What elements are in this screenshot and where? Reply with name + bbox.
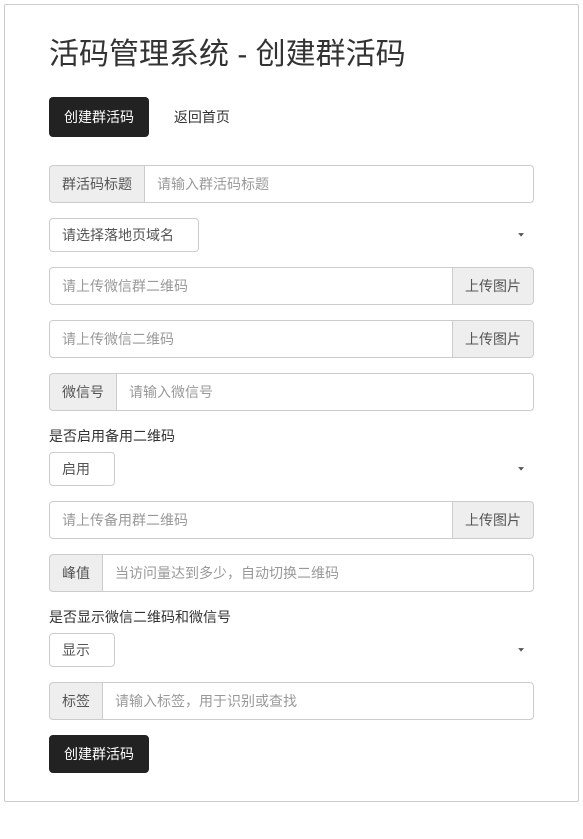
threshold-label: 峰值 [49, 554, 102, 592]
wechat-qr-upload-button[interactable]: 上传图片 [453, 320, 534, 358]
show-wechat-select[interactable]: 显示 [49, 633, 115, 667]
nav-tabs: 创建群活码 返回首页 [49, 97, 534, 137]
group-qr-input[interactable] [49, 267, 453, 305]
backup-qr-upload-button[interactable]: 上传图片 [453, 501, 534, 539]
backup-enable-select[interactable]: 启用 [49, 452, 115, 486]
threshold-input[interactable] [102, 554, 534, 592]
page-title: 活码管理系统 - 创建群活码 [49, 29, 534, 73]
tab-home[interactable]: 返回首页 [159, 97, 245, 137]
wechat-qr-input[interactable] [49, 320, 453, 358]
wechat-id-input[interactable] [116, 373, 534, 411]
submit-button[interactable]: 创建群活码 [49, 735, 149, 773]
show-wechat-label: 是否显示微信二维码和微信号 [49, 607, 534, 627]
group-qr-upload-button[interactable]: 上传图片 [453, 267, 534, 305]
title-label: 群活码标题 [49, 165, 144, 203]
title-input[interactable] [144, 165, 534, 203]
backup-enable-label: 是否启用备用二维码 [49, 426, 534, 446]
tag-label: 标签 [49, 682, 102, 720]
domain-select[interactable]: 请选择落地页域名 [49, 218, 199, 252]
tab-create[interactable]: 创建群活码 [49, 97, 149, 137]
tag-input[interactable] [102, 682, 534, 720]
form-card: 活码管理系统 - 创建群活码 创建群活码 返回首页 群活码标题 请选择落地页域名… [4, 4, 579, 802]
backup-qr-input[interactable] [49, 501, 453, 539]
wechat-id-label: 微信号 [49, 373, 116, 411]
